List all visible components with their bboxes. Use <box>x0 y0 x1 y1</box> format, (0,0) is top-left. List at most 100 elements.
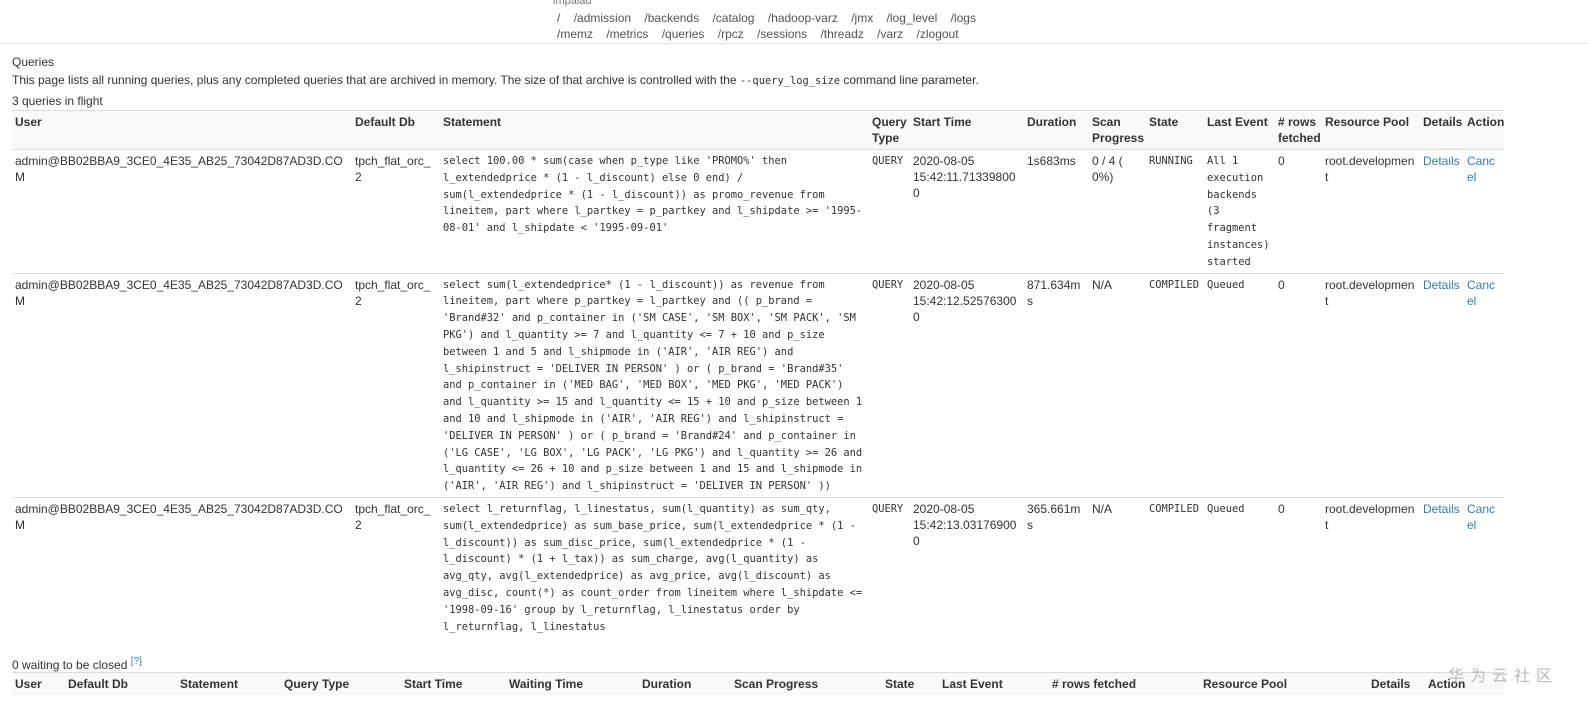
col-statement[interactable]: Statement <box>440 110 869 150</box>
running-header-row: User Default Db Statement Query Type Sta… <box>12 110 1504 150</box>
queries-in-flight-count: 3 queries in flight <box>12 94 103 108</box>
query-rows-fetched: 0 <box>1275 272 1322 498</box>
query-last-event: Queued <box>1204 272 1275 498</box>
col-default-db[interactable]: Default Db <box>352 110 440 150</box>
running-queries-table: User Default Db Statement Query Type Sta… <box>12 110 1504 638</box>
query-type: QUERY <box>869 272 910 498</box>
query-start-time: 2020-08-05 15:42:11.713398000 <box>910 149 1024 274</box>
details-link[interactable]: Details <box>1423 278 1460 292</box>
nav-row-1: / /admission /backends /catalog /hadoop-… <box>557 11 986 25</box>
nav-link-memz[interactable]: /memz <box>557 27 593 41</box>
nav-link-zlogout[interactable]: /zlogout <box>917 27 959 41</box>
table-row: admin@BB02BBA9_3CE0_4E35_AB25_73042D87AD… <box>12 496 1504 638</box>
table-row: admin@BB02BBA9_3CE0_4E35_AB25_73042D87AD… <box>12 272 1504 498</box>
query-state: RUNNING <box>1146 149 1204 274</box>
waiting-col-details[interactable]: Details <box>1368 672 1425 695</box>
nav-link-backends[interactable]: /backends <box>644 11 699 25</box>
col-action[interactable]: Action <box>1464 110 1504 150</box>
nav-link-jmx[interactable]: /jmx <box>851 11 873 25</box>
nav-link-root[interactable]: / <box>557 11 560 25</box>
nav-link-hadoop-varz[interactable]: /hadoop-varz <box>768 11 838 25</box>
waiting-col-duration[interactable]: Duration <box>639 672 731 695</box>
waiting-col-rows-fetched[interactable]: # rows fetched <box>1049 672 1200 695</box>
nav-link-rpcz[interactable]: /rpcz <box>718 27 744 41</box>
nav-link-threadz[interactable]: /threadz <box>820 27 863 41</box>
page-description: This page lists all running queries, plu… <box>12 73 979 87</box>
query-resource-pool: root.development <box>1322 496 1420 638</box>
col-last-event[interactable]: Last Event <box>1204 110 1275 150</box>
query-type: QUERY <box>869 496 910 638</box>
nav-link-varz[interactable]: /varz <box>877 27 903 41</box>
brand-label: impalad <box>553 0 592 7</box>
query-statement: select 100.00 * sum(case when p_type lik… <box>440 149 869 274</box>
nav-link-log-level[interactable]: /log_level <box>887 11 938 25</box>
query-db: tpch_flat_orc_2 <box>352 496 440 638</box>
nav-link-catalog[interactable]: /catalog <box>712 11 754 25</box>
query-user: admin@BB02BBA9_3CE0_4E35_AB25_73042D87AD… <box>12 149 352 274</box>
query-last-event: Queued <box>1204 496 1275 638</box>
col-state[interactable]: State <box>1146 110 1204 150</box>
nav-link-sessions[interactable]: /sessions <box>757 27 807 41</box>
query-statement: select l_returnflag, l_linestatus, sum(l… <box>440 496 869 638</box>
query-scan-progress: N/A <box>1089 272 1146 498</box>
waiting-col-statement[interactable]: Statement <box>177 672 281 695</box>
waiting-col-default-db[interactable]: Default Db <box>65 672 177 695</box>
table-row: admin@BB02BBA9_3CE0_4E35_AB25_73042D87AD… <box>12 149 1504 274</box>
waiting-col-user[interactable]: User <box>12 672 65 695</box>
col-start-time[interactable]: Start Time <box>910 110 1024 150</box>
details-link[interactable]: Details <box>1423 502 1460 516</box>
nav-link-metrics[interactable]: /metrics <box>606 27 648 41</box>
page-title: Queries <box>12 55 55 69</box>
query-user: admin@BB02BBA9_3CE0_4E35_AB25_73042D87AD… <box>12 272 352 498</box>
query-user: admin@BB02BBA9_3CE0_4E35_AB25_73042D87AD… <box>12 496 352 638</box>
query-rows-fetched: 0 <box>1275 149 1322 274</box>
query-duration: 365.661ms <box>1024 496 1089 638</box>
cancel-link[interactable]: Cancel <box>1467 278 1495 308</box>
query-rows-fetched: 0 <box>1275 496 1322 638</box>
description-text: This page lists all running queries, plu… <box>12 73 740 87</box>
query-statement: select sum(l_extendedprice* (1 - l_disco… <box>440 272 869 498</box>
col-query-type[interactable]: Query Type <box>869 110 910 150</box>
help-link[interactable]: [?] <box>131 656 142 667</box>
waiting-col-last-event[interactable]: Last Event <box>939 672 1049 695</box>
waiting-queries-table: User Default Db Statement Query Type Sta… <box>12 672 1504 695</box>
col-user[interactable]: User <box>12 110 352 150</box>
waiting-col-resource-pool[interactable]: Resource Pool <box>1200 672 1368 695</box>
query-scan-progress: N/A <box>1089 496 1146 638</box>
col-scan-progress[interactable]: Scan Progress <box>1089 110 1146 150</box>
waiting-col-waiting-time[interactable]: Waiting Time <box>506 672 639 695</box>
col-rows-fetched[interactable]: # rows fetched <box>1275 110 1322 150</box>
watermark-logo: 华为云社区 <box>1447 668 1558 685</box>
cancel-link[interactable]: Cancel <box>1467 502 1495 532</box>
waiting-to-close-count: 0 waiting to be closed [?] <box>12 656 142 672</box>
query-db: tpch_flat_orc_2 <box>352 272 440 498</box>
query-start-time: 2020-08-05 15:42:12.525763000 <box>910 272 1024 498</box>
query-db: tpch_flat_orc_2 <box>352 149 440 274</box>
waiting-col-start-time[interactable]: Start Time <box>401 672 506 695</box>
query-state: COMPILED <box>1146 496 1204 638</box>
cancel-link[interactable]: Cancel <box>1467 154 1495 184</box>
col-duration[interactable]: Duration <box>1024 110 1089 150</box>
waiting-col-scan-progress[interactable]: Scan Progress <box>731 672 882 695</box>
top-navbar: impalad / /admission /backends /catalog … <box>0 0 1588 44</box>
col-details[interactable]: Details <box>1420 110 1464 150</box>
waiting-col-state[interactable]: State <box>882 672 939 695</box>
query-duration: 871.634ms <box>1024 272 1089 498</box>
query-state: COMPILED <box>1146 272 1204 498</box>
col-resource-pool[interactable]: Resource Pool <box>1322 110 1420 150</box>
nav-link-queries[interactable]: /queries <box>662 27 705 41</box>
nav-link-logs[interactable]: /logs <box>951 11 976 25</box>
nav-link-admission[interactable]: /admission <box>574 11 631 25</box>
details-link[interactable]: Details <box>1423 154 1460 168</box>
waiting-header-row: User Default Db Statement Query Type Sta… <box>12 672 1504 695</box>
waiting-col-query-type[interactable]: Query Type <box>281 672 401 695</box>
query-scan-progress: 0 / 4 ( 0%) <box>1089 149 1146 274</box>
nav-row-2: /memz /metrics /queries /rpcz /sessions … <box>557 27 969 41</box>
query-duration: 1s683ms <box>1024 149 1089 274</box>
waiting-text: 0 waiting to be closed <box>12 658 128 672</box>
query-resource-pool: root.development <box>1322 149 1420 274</box>
description-suffix: command line parameter. <box>840 73 979 87</box>
query-resource-pool: root.development <box>1322 272 1420 498</box>
query-last-event: All 1 execution backends (3 fragment ins… <box>1204 149 1275 274</box>
query-log-size-flag: --query_log_size <box>739 75 841 87</box>
